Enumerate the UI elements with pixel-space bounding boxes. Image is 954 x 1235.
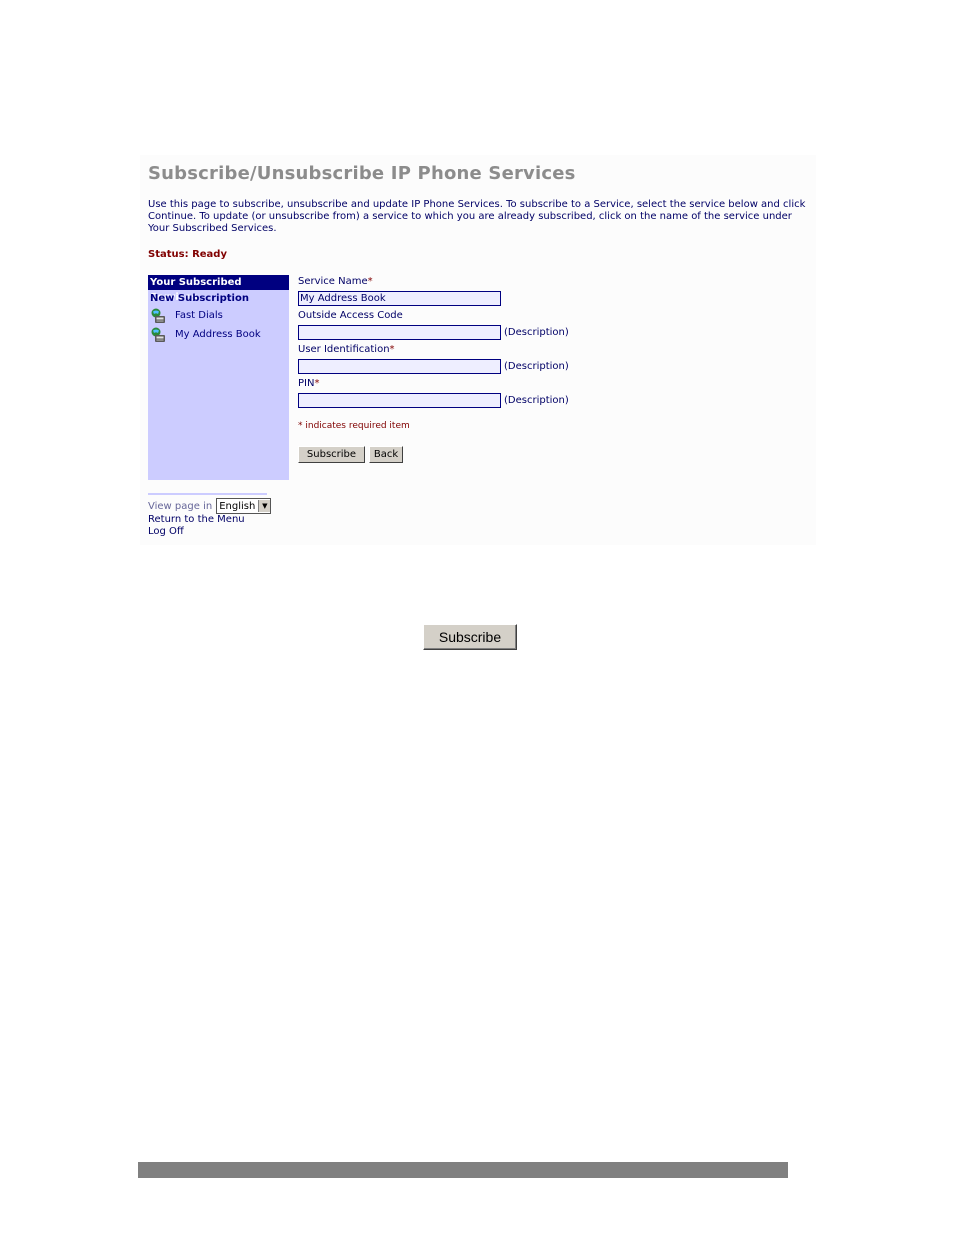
outside-access-code-input[interactable]	[298, 325, 501, 340]
sidebar-item-fast-dials[interactable]: Fast Dials	[148, 306, 289, 325]
sidebar-item-my-address-book[interactable]: My Address Book	[148, 325, 289, 344]
status-text: Status: Ready	[148, 249, 227, 260]
return-to-menu-link[interactable]: Return to the Menu	[148, 514, 245, 525]
phone-service-icon	[151, 308, 165, 323]
subscribed-services-sidebar: Your Subscribed Services New Subscriptio…	[148, 275, 289, 480]
outside-access-code-description: (Description)	[504, 327, 569, 338]
subscribe-button-callout[interactable]: Subscribe	[423, 624, 517, 650]
user-identification-label-text: User Identification	[298, 344, 390, 355]
required-item-note: * indicates required item	[298, 421, 410, 431]
sidebar-footer-divider	[148, 493, 267, 495]
required-mark: *	[389, 344, 395, 355]
pin-description: (Description)	[504, 395, 569, 406]
subscribe-button[interactable]: Subscribe	[298, 446, 365, 463]
language-select-value: English	[219, 500, 256, 512]
service-name-input[interactable]	[298, 291, 501, 306]
required-mark: *	[367, 276, 373, 287]
outside-access-code-label: Outside Access Code	[298, 310, 403, 321]
page-footer-bar	[138, 1162, 788, 1178]
phone-service-icon	[151, 327, 165, 342]
pin-input[interactable]	[298, 393, 501, 408]
sidebar-item-label: My Address Book	[175, 329, 261, 340]
service-name-label: Service Name*	[298, 276, 373, 287]
back-button[interactable]: Back	[369, 446, 403, 463]
new-subscription-link[interactable]: New Subscription	[148, 290, 289, 306]
view-page-in-label: View page in	[148, 500, 213, 512]
log-off-link[interactable]: Log Off	[148, 526, 184, 537]
service-name-label-text: Service Name	[298, 276, 368, 287]
sidebar-item-label: Fast Dials	[175, 310, 223, 321]
user-identification-description: (Description)	[504, 361, 569, 372]
pin-label-text: PIN	[298, 378, 315, 389]
user-identification-label: User Identification*	[298, 344, 395, 355]
intro-text: Use this page to subscribe, unsubscribe …	[148, 199, 806, 234]
language-selector-row: View page in English ▼	[148, 498, 272, 514]
page-title: Subscribe/Unsubscribe IP Phone Services	[148, 163, 576, 184]
pin-label: PIN*	[298, 378, 319, 389]
required-mark: *	[314, 378, 320, 389]
language-select[interactable]: English ▼	[216, 498, 272, 514]
chevron-down-icon[interactable]: ▼	[258, 500, 271, 512]
user-identification-input[interactable]	[298, 359, 501, 374]
sidebar-header: Your Subscribed Services	[148, 275, 289, 303]
